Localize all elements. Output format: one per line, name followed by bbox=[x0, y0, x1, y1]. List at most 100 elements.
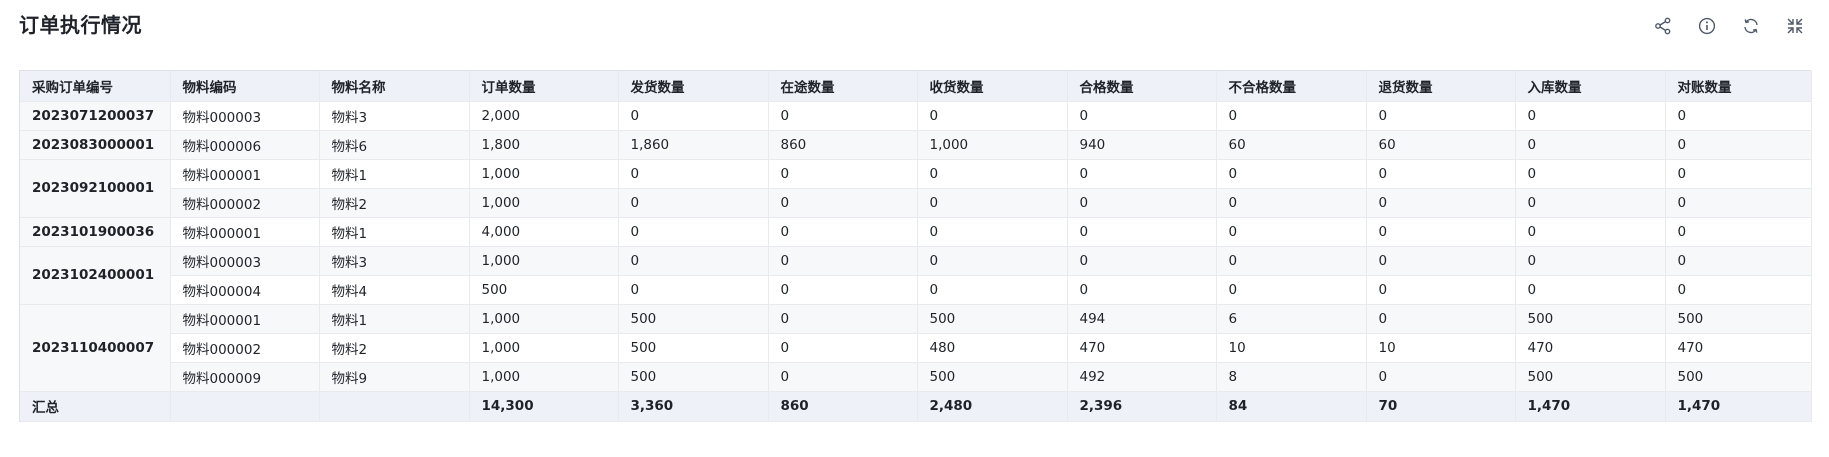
order-number-cell: 2023083000001 bbox=[20, 130, 171, 160]
quantity-cell: 500 bbox=[917, 304, 1068, 334]
total-cell: 860 bbox=[768, 391, 918, 422]
quantity-cell: 10 bbox=[1366, 333, 1516, 363]
quantity-cell: 0 bbox=[1366, 304, 1516, 334]
material-name-cell: 物料2 bbox=[319, 188, 470, 218]
quantity-cell: 0 bbox=[1067, 101, 1217, 131]
quantity-cell: 0 bbox=[1665, 159, 1812, 189]
material-name-cell: 物料6 bbox=[319, 130, 470, 160]
material-code-cell: 物料000002 bbox=[170, 188, 320, 218]
quantity-cell: 0 bbox=[618, 246, 769, 276]
quantity-cell: 470 bbox=[1067, 333, 1217, 363]
total-cell: 2,480 bbox=[917, 391, 1068, 422]
material-code-cell: 物料000001 bbox=[170, 304, 320, 334]
quantity-cell: 0 bbox=[1665, 217, 1812, 247]
quantity-cell: 4,000 bbox=[469, 217, 619, 247]
quantity-cell: 0 bbox=[1665, 130, 1812, 160]
material-code-cell: 物料000003 bbox=[170, 246, 320, 276]
table-row[interactable]: 2023102400001 物料000003 物料3 1,000 0 0 0 0 0 0 0 0 bbox=[20, 246, 1812, 305]
quantity-cell: 0 bbox=[1366, 362, 1516, 392]
share-icon bbox=[1655, 17, 1671, 35]
column-header[interactable]: 采购订单编号 bbox=[20, 71, 171, 102]
total-cell: 1,470 bbox=[1665, 391, 1812, 422]
order-table: 采购订单编号 物料编码 物料名称 订单数量 发货数量 在途数量 收货数量 合格数… bbox=[20, 71, 1812, 422]
material-name-cell: 物料1 bbox=[319, 159, 470, 189]
total-cell: 3,360 bbox=[618, 391, 769, 422]
table-row[interactable]: 2023110400007 物料000001 物料1 1,000 500 0 500 494 6… bbox=[20, 304, 1812, 392]
quantity-cell: 0 bbox=[768, 188, 918, 218]
quantity-cell: 940 bbox=[1067, 130, 1217, 160]
quantity-cell: 0 bbox=[1515, 159, 1666, 189]
quantity-cell: 500 bbox=[917, 362, 1068, 392]
material-code-cell: 物料000004 bbox=[170, 275, 320, 305]
quantity-cell: 6 bbox=[1216, 304, 1367, 334]
quantity-cell: 0 bbox=[618, 275, 769, 305]
table-row[interactable]: 物料000002 物料2 1,000 0 0 0 0 0 0 0 0 bbox=[20, 188, 1812, 218]
table-row[interactable]: 物料000009 物料9 1,000 500 0 500 492 8 0 500 500 bbox=[20, 362, 1812, 392]
order-number-cell: 2023071200037 bbox=[20, 101, 171, 131]
quantity-cell: 0 bbox=[1366, 275, 1516, 305]
column-header[interactable]: 订单数量 bbox=[469, 71, 619, 102]
table-row[interactable]: 物料000004 物料4 500 0 0 0 0 0 0 0 0 bbox=[20, 275, 1812, 305]
quantity-cell: 470 bbox=[1515, 333, 1666, 363]
table-row[interactable]: 物料000002 物料2 1,000 500 0 480 470 10 10 470 470 bbox=[20, 333, 1812, 363]
quantity-cell: 0 bbox=[1067, 275, 1217, 305]
table-row[interactable]: 2023092100001 物料000001 物料1 1,000 0 0 0 0 0 0 0 0 bbox=[20, 159, 1812, 218]
column-header[interactable]: 收货数量 bbox=[917, 71, 1068, 102]
quantity-cell: 500 bbox=[618, 304, 769, 334]
quantity-cell: 494 bbox=[1067, 304, 1217, 334]
material-code-cell: 物料000001 bbox=[170, 217, 320, 247]
info-button[interactable] bbox=[1695, 14, 1719, 38]
column-header[interactable]: 不合格数量 bbox=[1216, 71, 1367, 102]
quantity-cell: 0 bbox=[1216, 159, 1367, 189]
material-code-cell: 物料000002 bbox=[170, 333, 320, 363]
share-button[interactable] bbox=[1651, 14, 1675, 38]
column-header[interactable]: 入库数量 bbox=[1515, 71, 1666, 102]
total-cell: 1,470 bbox=[1515, 391, 1666, 422]
column-header[interactable]: 物料名称 bbox=[319, 71, 470, 102]
quantity-cell: 0 bbox=[1366, 101, 1516, 131]
quantity-cell: 0 bbox=[1665, 101, 1812, 131]
refresh-icon bbox=[1744, 18, 1758, 34]
total-empty-cell bbox=[319, 391, 470, 422]
quantity-cell: 0 bbox=[1515, 275, 1666, 305]
collapse-button[interactable] bbox=[1783, 14, 1807, 38]
quantity-cell: 0 bbox=[1665, 188, 1812, 218]
column-header[interactable]: 对账数量 bbox=[1665, 71, 1812, 102]
refresh-button[interactable] bbox=[1739, 14, 1763, 38]
material-name-cell: 物料1 bbox=[319, 304, 470, 334]
page-title: 订单执行情况 bbox=[19, 13, 142, 37]
column-header[interactable]: 合格数量 bbox=[1067, 71, 1217, 102]
quantity-cell: 470 bbox=[1665, 333, 1812, 363]
table-row[interactable]: 2023101900036 物料000001 物料1 4,000 0 0 0 0 0 0 0 0 bbox=[20, 217, 1812, 247]
quantity-cell: 0 bbox=[1216, 246, 1367, 276]
column-header[interactable]: 退货数量 bbox=[1366, 71, 1516, 102]
order-execution-panel: 订单执行情况 采购订单编号 物料编码 物料名称 订单数量 发货数量 在途数量 收… bbox=[0, 0, 1829, 457]
column-header[interactable]: 在途数量 bbox=[768, 71, 918, 102]
order-number-cell: 2023092100001 bbox=[20, 159, 171, 218]
quantity-cell: 0 bbox=[917, 101, 1068, 131]
quantity-cell: 0 bbox=[618, 159, 769, 189]
quantity-cell: 0 bbox=[1067, 246, 1217, 276]
table-row[interactable]: 2023083000001 物料000006 物料6 1,800 1,860 860 1,0… bbox=[20, 130, 1812, 160]
quantity-cell: 0 bbox=[1515, 188, 1666, 218]
quantity-cell: 1,000 bbox=[469, 159, 619, 189]
quantity-cell: 0 bbox=[1366, 188, 1516, 218]
quantity-cell: 500 bbox=[469, 275, 619, 305]
quantity-cell: 1,860 bbox=[618, 130, 769, 160]
quantity-cell: 1,000 bbox=[917, 130, 1068, 160]
quantity-cell: 0 bbox=[768, 217, 918, 247]
quantity-cell: 1,800 bbox=[469, 130, 619, 160]
quantity-cell: 1,000 bbox=[469, 333, 619, 363]
column-header[interactable]: 物料编码 bbox=[170, 71, 320, 102]
quantity-cell: 0 bbox=[1216, 188, 1367, 218]
material-name-cell: 物料1 bbox=[319, 217, 470, 247]
quantity-cell: 0 bbox=[618, 188, 769, 218]
material-code-cell: 物料000003 bbox=[170, 101, 320, 131]
table-row[interactable]: 2023071200037 物料000003 物料3 2,000 0 0 0 0 0 0 0 0 bbox=[20, 101, 1812, 131]
column-header[interactable]: 发货数量 bbox=[618, 71, 769, 102]
quantity-cell: 0 bbox=[1067, 188, 1217, 218]
quantity-cell: 1,000 bbox=[469, 188, 619, 218]
order-number-cell: 2023102400001 bbox=[20, 246, 171, 305]
quantity-cell: 0 bbox=[768, 101, 918, 131]
quantity-cell: 0 bbox=[1366, 246, 1516, 276]
